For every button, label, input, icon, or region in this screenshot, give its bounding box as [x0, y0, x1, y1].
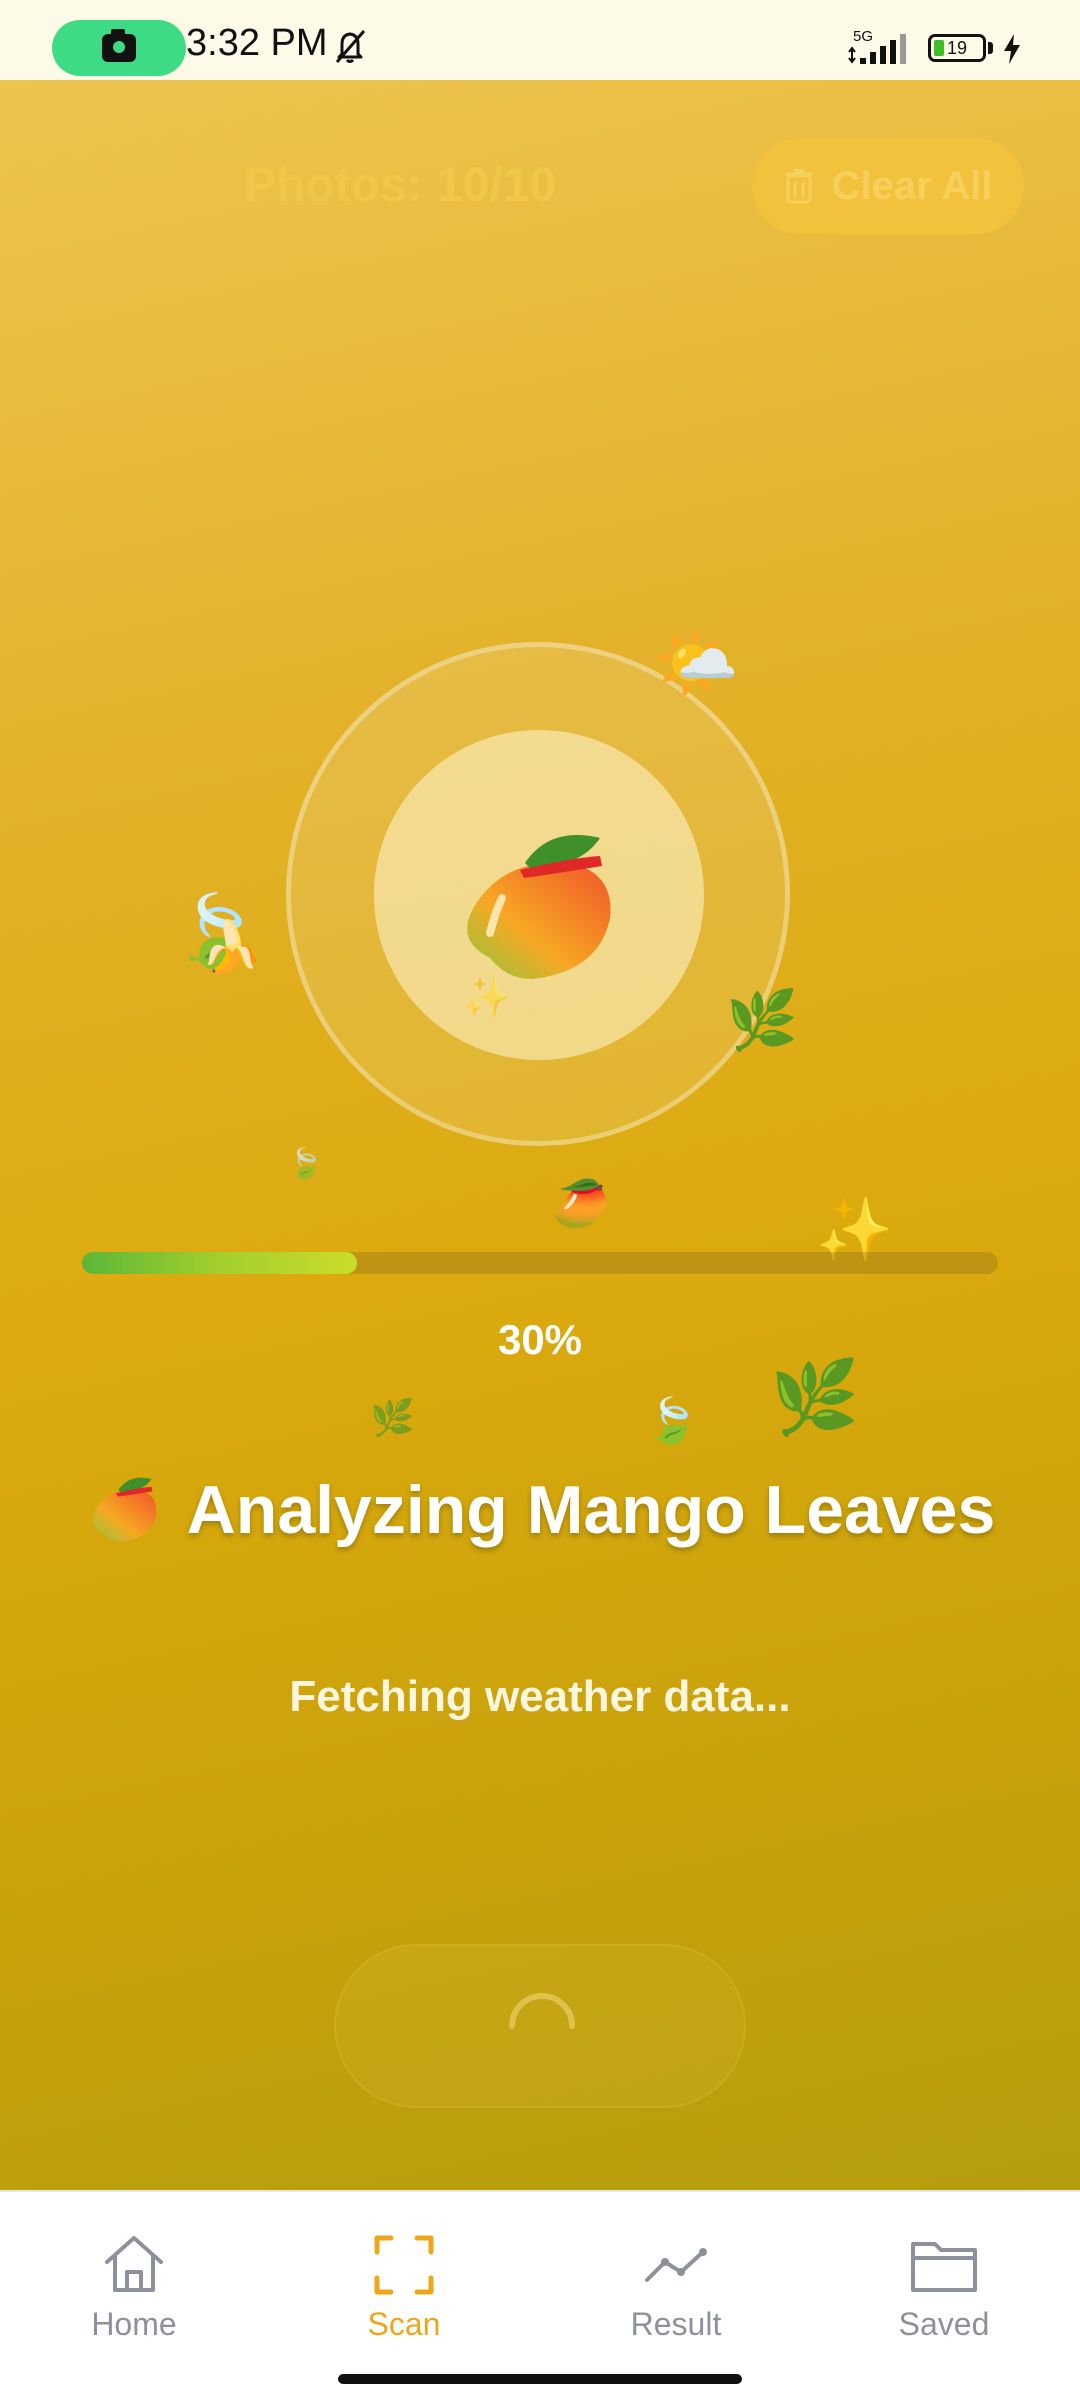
nav-scan-label: Scan	[367, 2306, 441, 2342]
charging-bolt-icon	[1004, 34, 1020, 64]
camera-icon	[102, 29, 136, 62]
progress-bar	[82, 1252, 998, 1274]
screen-record-pill[interactable]	[52, 20, 186, 76]
battery-tip	[988, 42, 993, 54]
analysis-title-row: Analyzing Mango Leaves	[0, 1470, 1080, 1550]
banana-emoji: 🍌	[200, 919, 263, 975]
mango-title-icon	[92, 1477, 157, 1542]
home-indicator[interactable]	[338, 2374, 742, 2384]
trash-icon	[784, 169, 813, 204]
sparkle-emoji: ✨	[462, 976, 512, 1020]
photos-count: Photos: 10/10	[244, 159, 557, 212]
small-mango-emoji: 🥭	[552, 1177, 610, 1229]
analyze-button[interactable]	[334, 1944, 746, 2108]
spinner-icon	[509, 1993, 575, 2029]
clear-all-label: Clear All	[831, 163, 993, 208]
analysis-status: Fetching weather data...	[289, 1672, 791, 1721]
nav-home-label: Home	[91, 2306, 177, 2342]
sun-cloud-emoji: 🌤️	[652, 624, 740, 702]
signal-icon	[848, 34, 906, 64]
battery-icon: 19	[928, 34, 986, 62]
battery-level: 19	[947, 38, 968, 58]
leaf-emoji-2: 🍃	[644, 1397, 699, 1446]
nav-result-label: Result	[630, 2306, 722, 2342]
home-icon	[105, 2236, 163, 2292]
progress-fill	[82, 1252, 357, 1274]
progress-percent: 30%	[497, 1316, 583, 1363]
status-time: 3:32 PM	[186, 22, 328, 64]
clear-all-button[interactable]: Clear All	[752, 138, 1024, 234]
bell-off-icon	[335, 30, 366, 63]
nav-saved[interactable]: Saved	[844, 2228, 1044, 2343]
folder-icon	[911, 2242, 977, 2292]
chart-line-icon	[645, 2248, 707, 2282]
status-bar: 3:32 PM 5G 19	[0, 0, 1080, 80]
scan-icon	[374, 2235, 434, 2295]
analysis-screen: Photos: 10/10 Clear All 🌤️ 🍃 🍌 🌿 ✨ 🍃 🥭 ✨…	[0, 80, 1080, 2190]
nav-scan[interactable]: Scan	[304, 2228, 504, 2343]
small-leaf-emoji: 🍃	[286, 1148, 324, 1181]
herb-emoji-2: 🌿	[770, 1358, 860, 1438]
herb-emoji: 🌿	[726, 988, 799, 1053]
nav-home[interactable]: Home	[34, 2228, 234, 2343]
nav-result[interactable]: Result	[576, 2228, 776, 2343]
mango-icon	[467, 835, 611, 979]
nav-saved-label: Saved	[898, 2306, 990, 2342]
analysis-title: Analyzing Mango Leaves	[186, 1472, 996, 1548]
small-herb-emoji: 🌿	[370, 1397, 415, 1438]
bottom-nav: Home Scan Result Saved	[0, 2190, 1080, 2402]
